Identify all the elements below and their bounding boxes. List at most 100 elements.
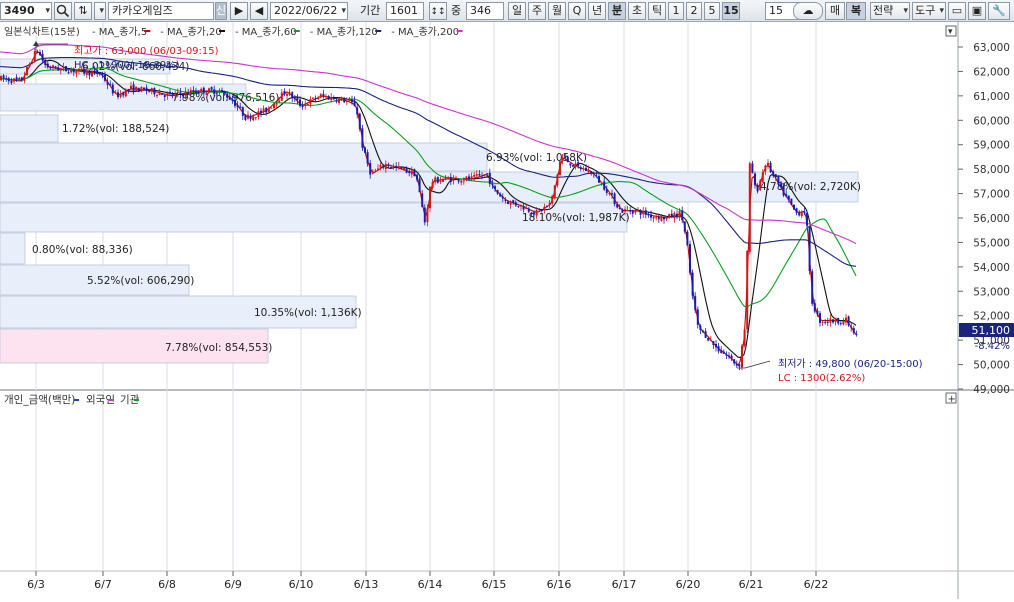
sort-button[interactable]: ⇅ — [74, 2, 92, 20]
period-button[interactable]: 5 — [704, 2, 720, 20]
candle-body — [145, 87, 148, 91]
ma-legend-item: - MA_종가,120 — [310, 26, 378, 38]
date-label: 6/16 — [547, 578, 572, 591]
candle-body — [13, 78, 15, 82]
candle-body — [252, 116, 255, 121]
candle-body — [806, 213, 808, 226]
candle-body — [767, 162, 769, 166]
prev-arrow-button[interactable]: ◀ — [250, 2, 268, 20]
candle-body — [202, 87, 205, 94]
candle-body — [577, 162, 580, 166]
stock-name-field[interactable]: 카카오게임즈 — [108, 2, 214, 20]
candle-body — [673, 213, 676, 219]
period-button[interactable]: Q — [568, 2, 586, 20]
candle-body — [460, 180, 463, 183]
period-button[interactable]: 틱 — [648, 2, 666, 20]
candle-body — [304, 103, 307, 107]
period-button[interactable]: 일 — [508, 2, 526, 20]
search-button[interactable] — [54, 2, 72, 20]
mid-input[interactable]: 346 — [466, 2, 504, 20]
sell-button[interactable]: 매 — [825, 2, 845, 20]
compare-button[interactable]: ↕↕ — [429, 2, 447, 20]
lower-legend: 개인_금액(백만) 외국인 기관 — [4, 394, 140, 406]
period-button[interactable]: 15 — [722, 2, 740, 20]
expand-icon: + — [948, 394, 956, 405]
candle-body — [488, 172, 491, 184]
date-label: 6/7 — [94, 578, 112, 591]
candle-body — [169, 91, 171, 94]
period-input[interactable]: 1601 — [386, 2, 424, 20]
tools-menu[interactable]: 도구 — [912, 2, 946, 20]
price-tick-label: 63,000 — [973, 42, 1010, 54]
candle-body — [566, 156, 569, 163]
current-change: -8.42% — [975, 341, 1010, 352]
period-button[interactable]: 주 — [528, 2, 546, 20]
candle-body — [140, 86, 143, 92]
ma-legend-item: - MA_종가,60 — [235, 26, 297, 38]
candle-body — [15, 77, 18, 80]
cloud-button[interactable]: ☁ — [793, 2, 823, 20]
candle-body — [374, 170, 377, 172]
next-arrow-button[interactable]: ▶ — [230, 2, 248, 20]
ma-legend-item: - MA_종가,20 — [160, 26, 222, 38]
candle-body — [265, 107, 268, 113]
period-button[interactable]: 월 — [548, 2, 566, 20]
period-button[interactable]: 분 — [608, 2, 626, 20]
save-button[interactable]: ▣ — [968, 2, 986, 20]
open-folder-button[interactable]: ▭ — [948, 2, 966, 20]
candle-body — [215, 93, 218, 95]
period-button[interactable]: 초 — [628, 2, 646, 20]
candle-body — [657, 216, 660, 220]
candle-body — [356, 107, 359, 115]
candle-body — [132, 84, 135, 92]
price-tick-label: 49,000 — [973, 384, 1010, 396]
stock-code-input[interactable]: 3490 — [0, 2, 52, 20]
candle-body — [208, 88, 210, 93]
chart-area[interactable]: 6.02%(vol: 660,434) 7.98%(vol: 976,516) 1.… — [0, 22, 1014, 599]
candle-body — [59, 68, 62, 71]
candle-body — [200, 88, 203, 92]
candle-body — [525, 207, 528, 210]
candle-body — [52, 65, 54, 68]
period-button[interactable]: 1 — [668, 2, 684, 20]
search-icon — [56, 4, 70, 18]
play-icon: ▶ — [234, 4, 244, 17]
date-label: 6/10 — [289, 578, 314, 591]
candle-body — [364, 147, 366, 153]
candle-body — [514, 202, 517, 206]
strategy-menu[interactable]: 전략 — [870, 2, 910, 20]
stock-chart[interactable]: 6.02%(vol: 660,434)7.98%(vol: 976,516)1.… — [0, 22, 1014, 599]
candle-body — [842, 320, 845, 325]
candle-body — [819, 313, 821, 323]
candle-body — [678, 210, 681, 218]
candle-body — [611, 193, 613, 195]
candle-body — [748, 163, 751, 252]
candle-body — [569, 163, 572, 166]
candle-body — [728, 355, 730, 357]
candle-body — [143, 87, 145, 90]
lower-legend-item: 개인_금액(백만) — [4, 394, 75, 406]
candle-body — [137, 87, 140, 92]
candle-body — [369, 163, 372, 175]
candle-body — [730, 355, 733, 359]
candle-body — [600, 182, 603, 184]
settings-button[interactable]: 🔧 — [988, 2, 1010, 20]
candle-body — [735, 363, 738, 366]
period-button[interactable]: 2 — [686, 2, 702, 20]
candle-body — [156, 95, 158, 97]
candle-body — [777, 176, 780, 185]
copy-button[interactable]: 복 — [846, 2, 866, 20]
candle-body — [626, 209, 629, 211]
date-picker[interactable]: 2022/06/22 — [270, 2, 348, 20]
candle-body — [148, 91, 151, 93]
candle-body — [722, 351, 725, 354]
candle-body — [408, 171, 411, 174]
candle-body — [670, 213, 673, 218]
list-dropdown[interactable] — [94, 2, 106, 20]
candle-body — [403, 167, 405, 170]
period-button[interactable]: 년 — [588, 2, 606, 20]
candle-body — [416, 174, 418, 180]
candle-body — [273, 103, 275, 109]
candle-body — [618, 207, 621, 209]
candle-body — [478, 174, 481, 176]
